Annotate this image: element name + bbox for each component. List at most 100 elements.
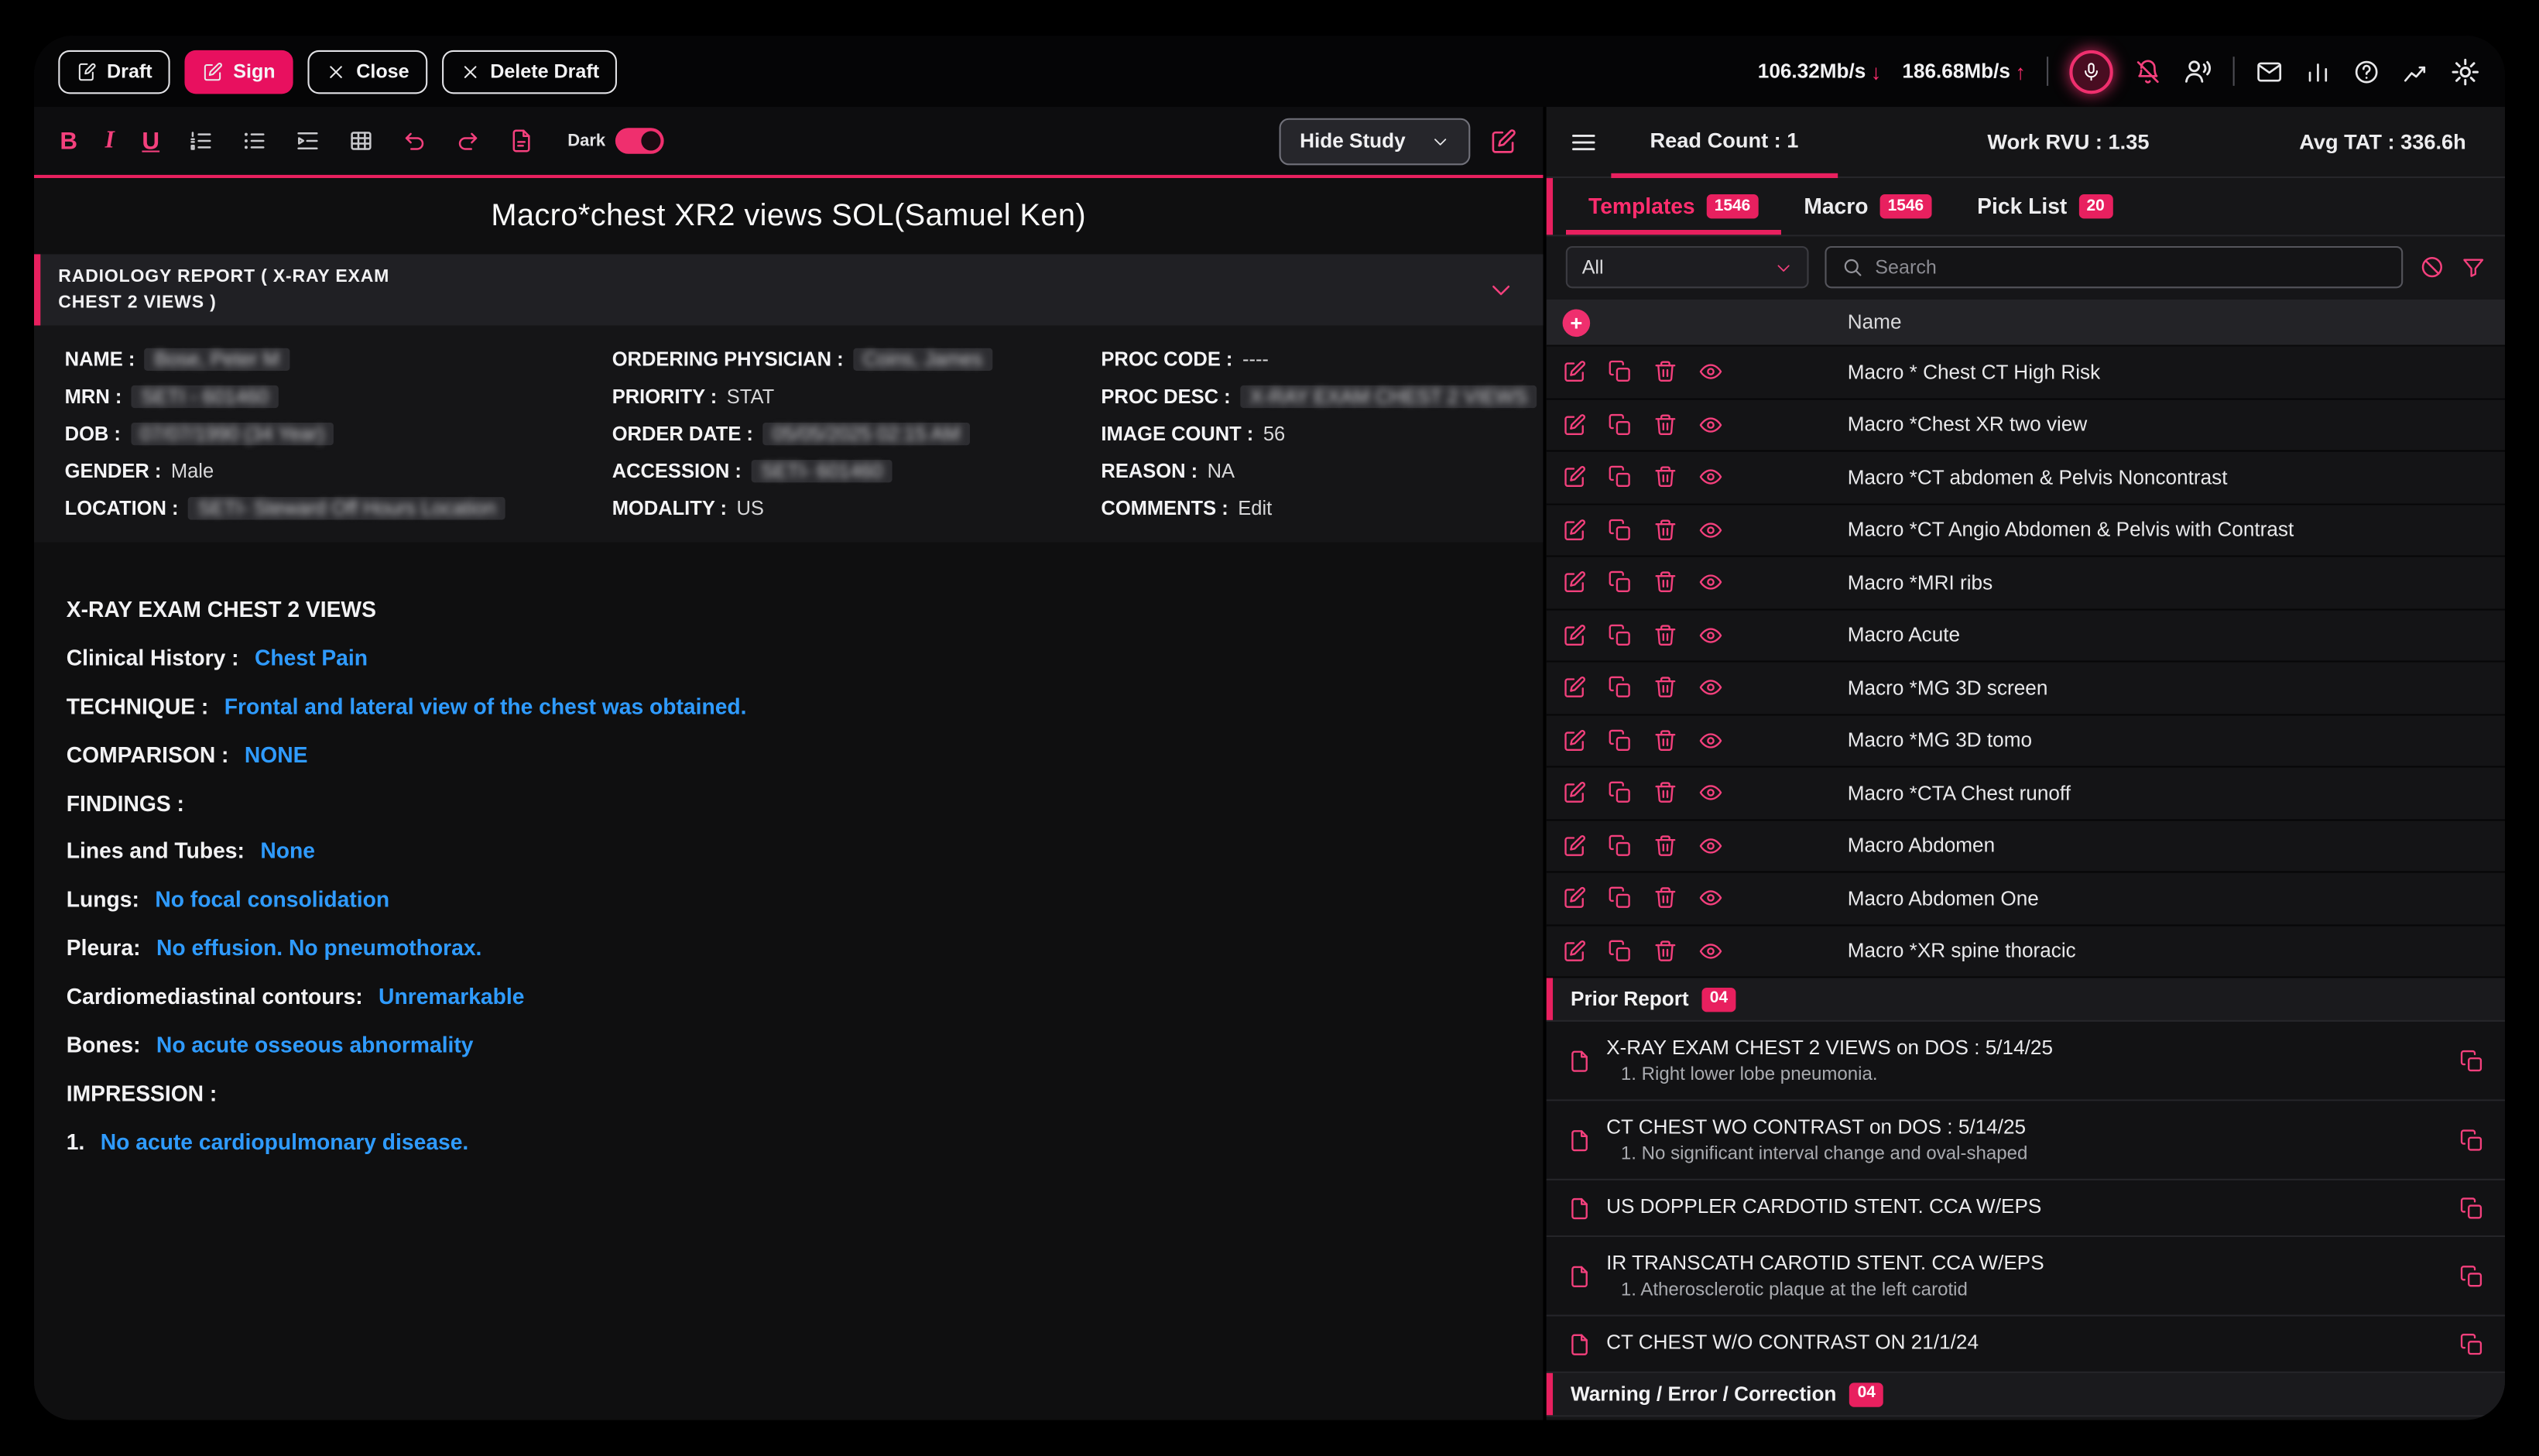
tab-templates[interactable]: Templates 1546 <box>1566 178 1781 235</box>
template-row[interactable]: Macro * Chest CT High Risk <box>1547 347 2505 399</box>
edit-icon[interactable] <box>1563 518 1587 542</box>
view-icon[interactable] <box>1698 518 1722 542</box>
add-template-button[interactable]: + <box>1563 308 1591 336</box>
view-icon[interactable] <box>1698 360 1722 384</box>
underline-button[interactable]: U <box>142 127 159 155</box>
template-row[interactable]: Macro *CT Angio Abdomen & Pelvis with Co… <box>1547 505 2505 557</box>
warning-section-header[interactable]: Warning / Error / Correction 04 <box>1547 1373 2505 1417</box>
category-select[interactable]: All <box>1566 246 1809 288</box>
delete-draft-button[interactable]: Delete Draft <box>441 50 617 93</box>
template-row[interactable]: Macro *CT abdomen & Pelvis Noncontrast <box>1547 452 2505 505</box>
delete-icon[interactable] <box>1653 465 1677 489</box>
copy-report-icon[interactable] <box>2459 1331 2483 1356</box>
search-input[interactable] <box>1875 256 2387 279</box>
copy-report-icon[interactable] <box>2459 1115 2483 1164</box>
dark-mode-toggle[interactable] <box>615 128 664 153</box>
clear-filter-icon[interactable] <box>2419 254 2445 279</box>
filter-icon[interactable] <box>2462 255 2486 279</box>
template-row[interactable]: Macro *MG 3D screen <box>1547 663 2505 715</box>
draft-button[interactable]: Draft <box>58 50 170 93</box>
menu-icon[interactable] <box>1569 127 1598 156</box>
delete-icon[interactable] <box>1653 413 1677 437</box>
template-row[interactable]: Macro Abdomen One <box>1547 872 2505 925</box>
delete-icon[interactable] <box>1653 623 1677 647</box>
delete-icon[interactable] <box>1653 676 1677 700</box>
help-icon[interactable] <box>2352 57 2380 85</box>
table-icon[interactable] <box>348 128 373 153</box>
prior-report-item[interactable]: CT CHEST W/O CONTRAST ON 21/1/24 <box>1547 1317 2505 1373</box>
edit-icon[interactable] <box>1563 834 1587 858</box>
copy-report-icon[interactable] <box>2459 1195 2483 1221</box>
delete-icon[interactable] <box>1653 728 1677 752</box>
view-icon[interactable] <box>1698 623 1722 647</box>
edit-report-icon[interactable] <box>1489 127 1517 155</box>
italic-button[interactable]: I <box>105 127 115 155</box>
copy-icon[interactable] <box>1608 413 1632 437</box>
edit-icon[interactable] <box>1563 465 1587 489</box>
copy-icon[interactable] <box>1608 728 1632 752</box>
report-body[interactable]: X-RAY EXAM CHEST 2 VIEWS Clinical Histor… <box>34 543 1544 1420</box>
copy-icon[interactable] <box>1608 360 1632 384</box>
edit-icon[interactable] <box>1563 623 1587 647</box>
delete-icon[interactable] <box>1653 781 1677 805</box>
edit-icon[interactable] <box>1563 781 1587 805</box>
template-row[interactable]: Macro *MG 3D tomo <box>1547 715 2505 768</box>
edit-icon[interactable] <box>1563 676 1587 700</box>
sign-button[interactable]: Sign <box>184 50 293 93</box>
microphone-button[interactable] <box>2069 50 2112 93</box>
tab-macro[interactable]: Macro 1546 <box>1781 178 1955 235</box>
copy-icon[interactable] <box>1608 886 1632 910</box>
copy-icon[interactable] <box>1608 623 1632 647</box>
prior-report-item[interactable]: US DOPPLER CARDOTID STENT. CCA W/EPS <box>1547 1180 2505 1237</box>
bold-button[interactable]: B <box>60 127 77 155</box>
edit-icon[interactable] <box>1563 360 1587 384</box>
copy-report-icon[interactable] <box>2459 1252 2483 1300</box>
view-icon[interactable] <box>1698 728 1722 752</box>
read-count-stat[interactable]: Read Count : 1 <box>1611 108 1837 177</box>
copy-icon[interactable] <box>1608 834 1632 858</box>
template-row[interactable]: Macro Acute <box>1547 610 2505 663</box>
view-icon[interactable] <box>1698 939 1722 963</box>
copy-icon[interactable] <box>1608 781 1632 805</box>
view-icon[interactable] <box>1698 413 1722 437</box>
search-box[interactable] <box>1825 246 2403 288</box>
view-icon[interactable] <box>1698 676 1722 700</box>
copy-icon[interactable] <box>1608 518 1632 542</box>
delete-icon[interactable] <box>1653 570 1677 594</box>
bullet-list-icon[interactable] <box>241 128 266 153</box>
delete-icon[interactable] <box>1653 518 1677 542</box>
bell-slash-icon[interactable] <box>2134 57 2162 85</box>
copy-report-icon[interactable] <box>2459 1036 2483 1085</box>
prior-report-item[interactable]: CT CHEST WO CONTRAST on DOS : 5/14/25 1.… <box>1547 1101 2505 1180</box>
template-row[interactable]: Macro Abdomen <box>1547 820 2505 872</box>
delete-icon[interactable] <box>1653 939 1677 963</box>
edit-icon[interactable] <box>1563 413 1587 437</box>
ordered-list-icon[interactable] <box>187 128 213 153</box>
settings-gear-icon[interactable] <box>2450 56 2481 87</box>
prior-report-item[interactable]: X-RAY EXAM CHEST 2 VIEWS on DOS : 5/14/2… <box>1547 1022 2505 1101</box>
edit-icon[interactable] <box>1563 939 1587 963</box>
view-icon[interactable] <box>1698 834 1722 858</box>
view-icon[interactable] <box>1698 465 1722 489</box>
view-icon[interactable] <box>1698 781 1722 805</box>
collapse-chevron-icon[interactable] <box>1488 277 1513 303</box>
template-row[interactable]: Macro *MRI ribs <box>1547 557 2505 610</box>
tab-pick-list[interactable]: Pick List 20 <box>1955 178 2136 235</box>
delete-icon[interactable] <box>1653 834 1677 858</box>
template-row[interactable]: Macro *CTA Chest runoff <box>1547 768 2505 820</box>
redo-icon[interactable] <box>454 128 480 153</box>
bar-chart-icon[interactable] <box>2304 57 2332 85</box>
prior-report-header[interactable]: Prior Report 04 <box>1547 978 2505 1021</box>
edit-icon[interactable] <box>1563 570 1587 594</box>
copy-icon[interactable] <box>1608 676 1632 700</box>
document-icon[interactable] <box>508 128 533 153</box>
template-row[interactable]: Macro *Chest XR two view <box>1547 399 2505 452</box>
delete-icon[interactable] <box>1653 360 1677 384</box>
copy-icon[interactable] <box>1608 570 1632 594</box>
close-button[interactable]: Close <box>307 50 427 93</box>
trend-icon[interactable] <box>2401 57 2429 85</box>
voice-profile-icon[interactable] <box>2183 57 2212 86</box>
view-icon[interactable] <box>1698 570 1722 594</box>
undo-icon[interactable] <box>401 128 427 153</box>
prior-report-item[interactable]: IR TRANSCATH CAROTID STENT. CCA W/EPS 1.… <box>1547 1237 2505 1316</box>
